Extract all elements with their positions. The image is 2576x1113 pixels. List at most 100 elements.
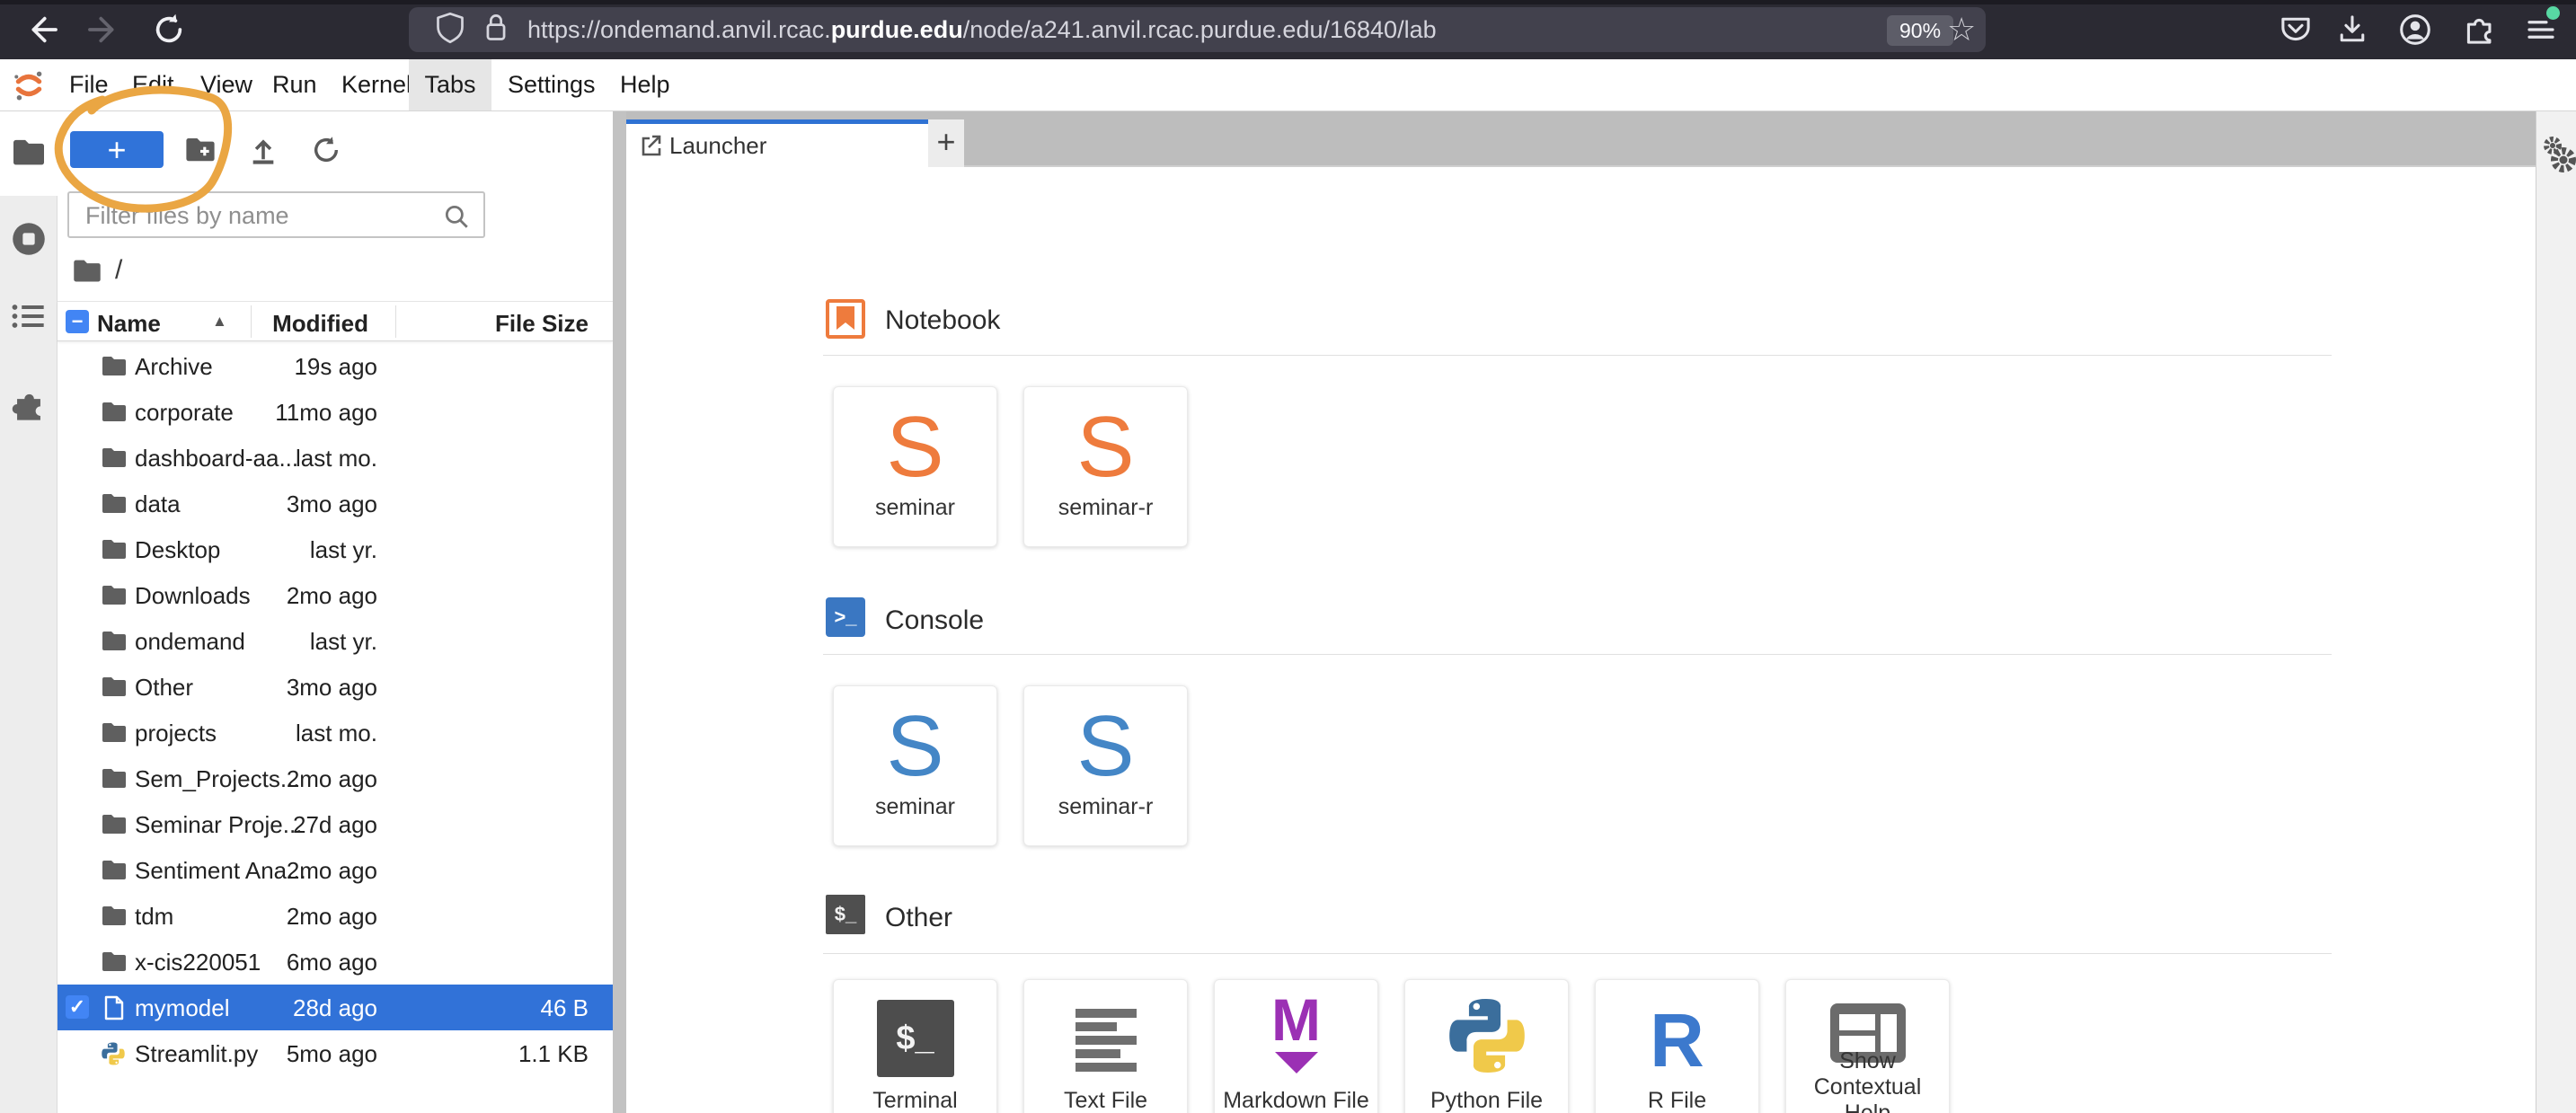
file-row-xcis[interactable]: x-cis2200516mo ago xyxy=(58,939,613,985)
property-inspector-gears-icon[interactable] xyxy=(2540,135,2576,182)
menu-kernel[interactable]: Kernel xyxy=(341,59,412,110)
browser-toolbar: https://ondemand.anvil.rcac.purdue.edu/n… xyxy=(0,0,2576,59)
filter-files-input[interactable] xyxy=(85,197,427,234)
file-modified: 2mo ago xyxy=(287,857,377,885)
new-launcher-button[interactable]: + xyxy=(70,131,164,168)
launcher-card-notebook-seminar-r[interactable]: S seminar-r xyxy=(1023,386,1188,547)
file-row-tdm[interactable]: tdm2mo ago xyxy=(58,893,613,939)
sort-ascending-icon[interactable]: ▲ xyxy=(212,313,227,331)
file-row-mymodel-selected[interactable]: ✓ mymodel 28d ago 46 B xyxy=(58,985,613,1030)
sidebar-tab-running[interactable] xyxy=(0,221,58,257)
file-row-corporate[interactable]: corporate11mo ago xyxy=(58,389,613,435)
forward-button[interactable] xyxy=(79,0,129,59)
launcher-card-label: R File xyxy=(1599,1088,1755,1113)
launcher-card-console-seminar[interactable]: S seminar xyxy=(833,685,997,846)
refresh-icon xyxy=(311,135,341,165)
account-button[interactable] xyxy=(2390,0,2440,59)
menu-tabs[interactable]: Tabs xyxy=(409,59,491,110)
file-row-data[interactable]: data3mo ago xyxy=(58,481,613,526)
column-divider[interactable] xyxy=(395,305,396,338)
extensions-button[interactable] xyxy=(2453,0,2503,59)
url-domain: purdue.edu xyxy=(831,16,963,43)
launcher-card-notebook-seminar[interactable]: S seminar xyxy=(833,386,997,547)
new-folder-button[interactable] xyxy=(181,135,220,163)
file-row-sentiment[interactable]: Sentiment Ana...2mo ago xyxy=(58,847,613,893)
menu-view[interactable]: View xyxy=(200,59,252,110)
file-row-archive[interactable]: Archive19s ago xyxy=(58,343,613,389)
sidebar-tab-extensions[interactable] xyxy=(0,386,58,422)
other-section-title: Other xyxy=(885,903,952,933)
folder-icon xyxy=(101,491,128,515)
launcher-card-text-file[interactable]: Text File xyxy=(1023,979,1188,1113)
markdown-letter: M xyxy=(1271,991,1321,1048)
file-row-ondemand[interactable]: ondemandlast yr. xyxy=(58,618,613,664)
file-modified: 5mo ago xyxy=(287,1040,377,1068)
file-name: Seminar Proje... xyxy=(135,811,302,839)
launcher-card-markdown-file[interactable]: M Markdown File xyxy=(1214,979,1378,1113)
file-row-desktop[interactable]: Desktoplast yr. xyxy=(58,526,613,572)
column-header-name[interactable]: Name xyxy=(97,310,161,338)
file-name: x-cis220051 xyxy=(135,949,261,976)
filter-box xyxy=(67,191,485,238)
panel-splitter[interactable] xyxy=(613,111,626,1113)
downloads-button[interactable] xyxy=(2327,0,2377,59)
terminal-glyph: $_ xyxy=(896,1020,934,1057)
search-icon xyxy=(442,202,471,231)
row-checkbox-checked[interactable]: ✓ xyxy=(66,995,89,1019)
file-row-streamlit[interactable]: Streamlit.py 5mo ago 1.1 KB xyxy=(58,1030,613,1076)
launcher-card-console-seminar-r[interactable]: S seminar-r xyxy=(1023,685,1188,846)
kernel-letter-icon: S xyxy=(1024,398,1187,497)
upload-button[interactable] xyxy=(243,135,283,165)
launcher-card-contextual-help[interactable]: Show Contextual Help xyxy=(1785,979,1950,1113)
lock-icon[interactable] xyxy=(481,10,511,50)
dock-panel: Launcher + Notebook S seminar S seminar-… xyxy=(626,111,2536,1113)
launcher-card-terminal[interactable]: $_ Terminal xyxy=(833,979,997,1113)
column-header-modified[interactable]: Modified xyxy=(272,310,368,338)
notebook-section-title: Notebook xyxy=(885,305,1000,336)
reload-button[interactable] xyxy=(144,0,194,59)
folder-icon xyxy=(101,354,128,377)
pocket-button[interactable] xyxy=(2271,0,2321,59)
file-row-downloads[interactable]: Downloads2mo ago xyxy=(58,572,613,618)
tracking-shield-icon[interactable] xyxy=(434,10,466,50)
launcher-card-label: seminar xyxy=(837,495,993,521)
refresh-button[interactable] xyxy=(306,135,346,165)
file-name: Sentiment Ana... xyxy=(135,857,306,885)
file-row-other[interactable]: Other3mo ago xyxy=(58,664,613,710)
menu-run[interactable]: Run xyxy=(272,59,317,110)
file-row-sem-projects[interactable]: Sem_Projects...2mo ago xyxy=(58,755,613,801)
url-bar[interactable]: https://ondemand.anvil.rcac.purdue.edu/n… xyxy=(409,7,1986,52)
file-icon xyxy=(102,995,126,1020)
file-list-header[interactable]: − Name ▲ Modified File Size xyxy=(58,301,613,341)
launcher-card-r-file[interactable]: R R File xyxy=(1595,979,1759,1113)
column-header-size[interactable]: File Size xyxy=(495,310,589,338)
notebook-section-icon xyxy=(826,299,865,339)
file-row-seminar-projects[interactable]: Seminar Proje...27d ago xyxy=(58,801,613,847)
bookmark-star-icon[interactable]: ☆ xyxy=(1947,12,1976,48)
file-row-dashboard[interactable]: dashboard-aa...last mo. xyxy=(58,435,613,481)
back-button[interactable] xyxy=(16,0,66,59)
menu-settings[interactable]: Settings xyxy=(508,59,596,110)
sidebar-tab-files[interactable] xyxy=(0,137,58,167)
breadcrumb[interactable]: / xyxy=(72,255,122,286)
column-divider[interactable] xyxy=(251,305,252,338)
zoom-level-badge[interactable]: 90% xyxy=(1887,15,1953,46)
menu-help[interactable]: Help xyxy=(620,59,670,110)
new-tab-button[interactable]: + xyxy=(928,119,964,167)
select-all-checkbox[interactable]: − xyxy=(66,310,89,333)
markdown-icon: M xyxy=(1215,991,1377,1075)
launcher-card-python-file[interactable]: Python File xyxy=(1404,979,1569,1113)
menu-notification-dot xyxy=(2546,6,2560,20)
breadcrumb-root[interactable]: / xyxy=(115,255,122,286)
sidebar-tab-toc[interactable] xyxy=(0,302,58,331)
file-modified: 19s ago xyxy=(294,353,377,381)
tab-launcher[interactable]: Launcher xyxy=(626,119,928,167)
file-row-projects[interactable]: projectslast mo. xyxy=(58,710,613,755)
file-modified: 2mo ago xyxy=(287,903,377,931)
menu-edit[interactable]: Edit xyxy=(132,59,174,110)
file-modified: 28d ago xyxy=(293,994,377,1022)
menu-file[interactable]: File xyxy=(69,59,109,110)
launcher-card-label: Python File xyxy=(1409,1088,1564,1113)
new-folder-icon xyxy=(184,135,217,163)
file-list: Archive19s ago corporate11mo ago dashboa… xyxy=(58,343,613,1076)
